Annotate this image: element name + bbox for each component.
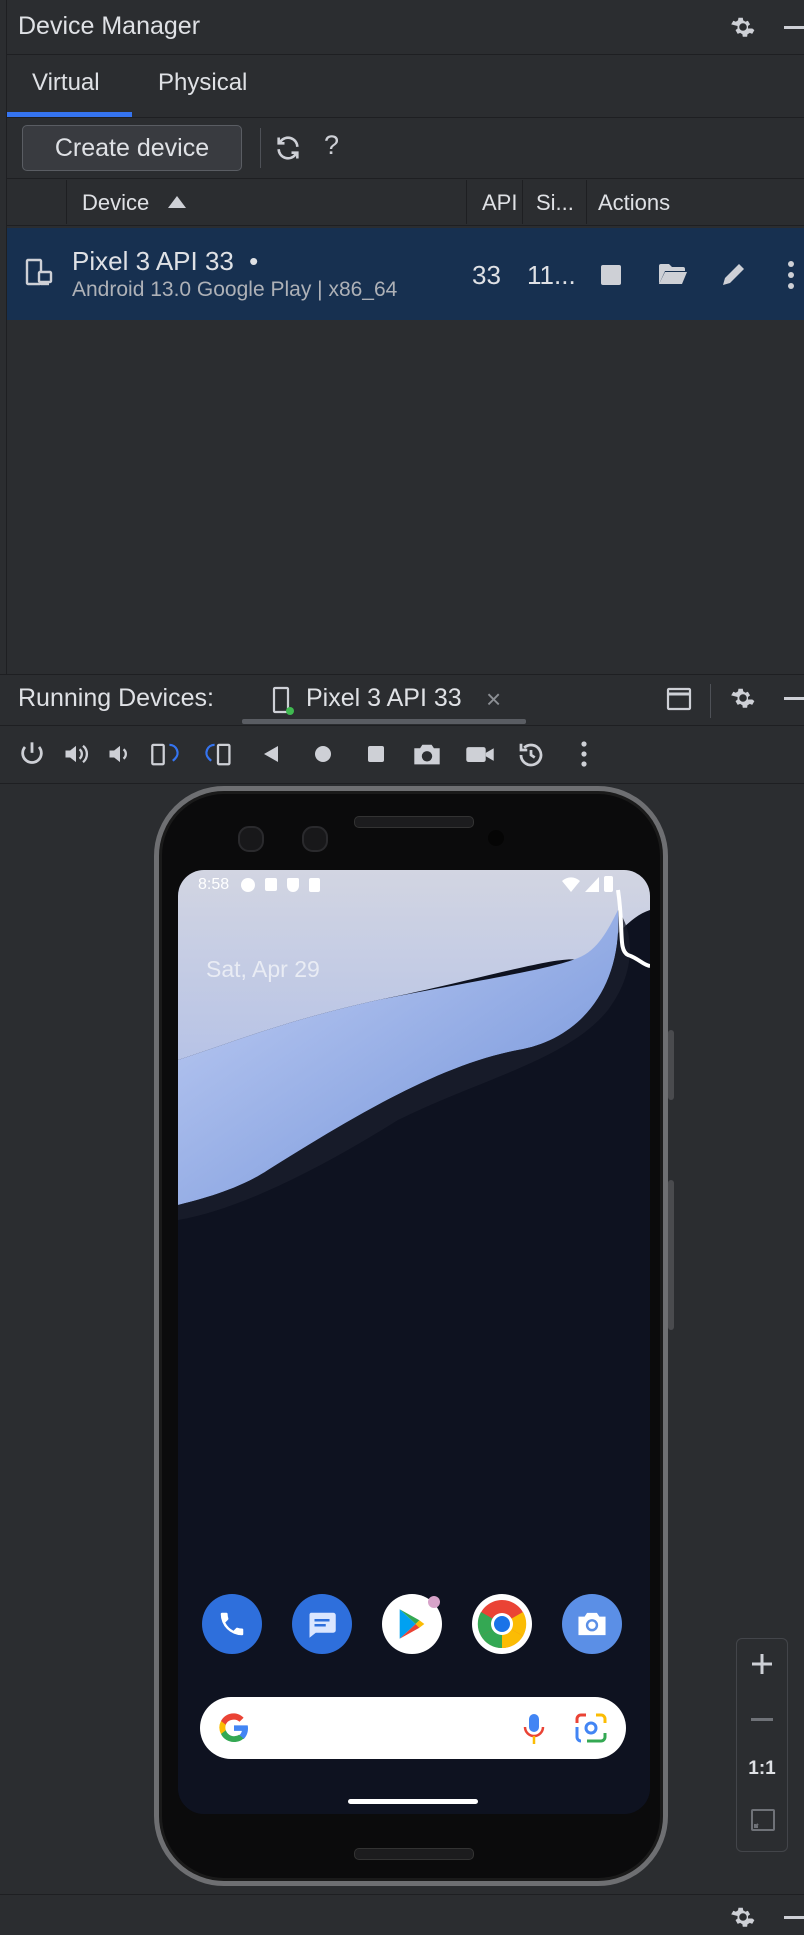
device-tab-icon — [272, 686, 296, 716]
a-notification-icon — [265, 878, 277, 891]
folder-icon[interactable] — [658, 262, 688, 286]
zoom-out-icon[interactable] — [751, 1718, 773, 1721]
column-header-size[interactable]: Si... — [536, 190, 574, 216]
device-subtitle: Android 13.0 Google Play | x86_64 — [72, 278, 398, 301]
active-tab-indicator — [6, 112, 132, 117]
earpiece-speaker — [354, 816, 474, 828]
edit-icon[interactable] — [720, 260, 748, 288]
phone-app-icon[interactable] — [202, 1594, 262, 1654]
side-button — [668, 1030, 674, 1100]
column-header-actions: Actions — [598, 190, 671, 215]
close-tab-icon[interactable]: × — [486, 684, 501, 715]
device-api-value: 33 — [472, 260, 501, 290]
device-icon — [24, 258, 54, 288]
settings-notification-icon — [241, 878, 255, 892]
window-icon[interactable] — [666, 686, 692, 712]
column-divider — [586, 180, 587, 224]
refresh-icon[interactable] — [272, 132, 304, 164]
lens-icon[interactable] — [575, 1713, 607, 1743]
system-status-icons — [562, 876, 613, 892]
rotate-left-icon[interactable] — [150, 740, 182, 768]
messages-app-icon[interactable] — [292, 1594, 352, 1654]
microphone-icon[interactable] — [522, 1712, 546, 1746]
tab-strip — [0, 55, 804, 118]
sd-card-icon — [309, 878, 320, 892]
google-search-bar[interactable] — [200, 1697, 626, 1759]
overview-icon[interactable] — [368, 746, 384, 762]
device-screen[interactable] — [178, 870, 650, 1814]
chrome-app-icon[interactable] — [472, 1594, 532, 1654]
zoom-actual-size[interactable]: 1:1 — [736, 1758, 788, 1780]
more-icon[interactable] — [580, 740, 588, 768]
device-size-value: 11... — [527, 260, 576, 290]
toolbar-separator — [260, 128, 261, 168]
battery-icon — [604, 876, 613, 892]
create-device-button[interactable]: Create device — [22, 125, 242, 171]
front-camera — [302, 826, 328, 852]
signal-icon — [585, 877, 599, 892]
sort-asc-icon[interactable] — [168, 196, 186, 208]
home-date[interactable]: Sat, Apr 29 — [206, 956, 320, 983]
left-gutter — [0, 0, 7, 674]
camera-icon[interactable] — [412, 740, 442, 768]
zoom-in-icon[interactable] — [750, 1652, 774, 1676]
google-logo-icon — [218, 1712, 250, 1744]
more-icon[interactable] — [787, 260, 795, 290]
reset-icon[interactable] — [516, 740, 546, 770]
home-icon[interactable] — [315, 746, 331, 762]
gear-icon[interactable] — [728, 12, 758, 42]
camera-app-icon[interactable] — [562, 1594, 622, 1654]
column-header-api[interactable]: API — [482, 190, 517, 216]
shield-notification-icon — [287, 878, 299, 892]
back-icon[interactable] — [262, 744, 282, 764]
sensor — [488, 830, 504, 846]
running-tab-indicator — [242, 719, 526, 724]
running-devices-title: Running Devices: — [18, 684, 214, 712]
header-separator — [710, 684, 711, 718]
column-divider — [466, 180, 467, 224]
wallpaper — [178, 870, 650, 1814]
gesture-home-handle[interactable] — [348, 1799, 478, 1804]
device-manager-title: Device Manager — [18, 12, 201, 40]
help-icon[interactable]: ? — [324, 130, 339, 161]
status-time: 8:58 — [198, 876, 230, 893]
side-button — [668, 1180, 674, 1330]
device-list-empty-area — [6, 320, 804, 672]
volume-up-icon[interactable] — [62, 740, 90, 768]
tab-virtual[interactable]: Virtual — [32, 69, 100, 97]
fit-icon[interactable] — [750, 1808, 776, 1832]
column-divider — [522, 180, 523, 224]
volume-down-icon[interactable] — [106, 740, 134, 768]
video-icon[interactable] — [464, 740, 496, 768]
notification-icons — [241, 878, 320, 892]
column-divider — [66, 180, 67, 224]
running-device-tab[interactable]: Pixel 3 API 33 — [306, 684, 462, 713]
tab-physical[interactable]: Physical — [158, 69, 247, 97]
rotate-right-icon[interactable] — [202, 740, 234, 768]
bottom-tool-bar — [0, 1894, 804, 1935]
device-name-text: Pixel 3 API 33 — [72, 246, 234, 276]
gear-icon[interactable] — [728, 1902, 758, 1932]
minimize-icon[interactable] — [784, 1916, 804, 1919]
column-header-device[interactable]: Device — [82, 190, 149, 216]
power-icon[interactable] — [18, 740, 46, 768]
bottom-speaker — [354, 1848, 474, 1860]
notification-badge — [428, 1596, 440, 1608]
device-name: Pixel 3 API 33 • — [72, 246, 258, 277]
stop-icon[interactable] — [601, 265, 621, 285]
minimize-icon[interactable] — [784, 26, 804, 29]
front-camera — [238, 826, 264, 852]
gear-icon[interactable] — [728, 683, 758, 713]
wifi-icon — [562, 877, 580, 892]
running-status-dot: • — [249, 246, 259, 276]
minimize-icon[interactable] — [784, 697, 804, 700]
